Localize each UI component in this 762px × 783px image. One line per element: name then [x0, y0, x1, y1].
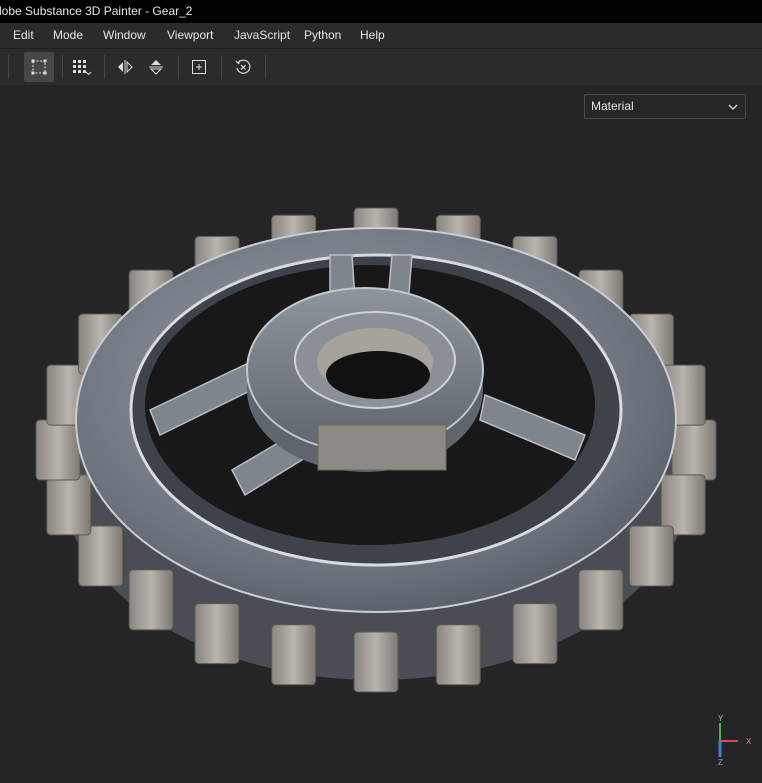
gear-model-render: [35, 207, 717, 693]
chevron-down-icon: [728, 104, 738, 111]
gear-tooth: [512, 603, 558, 665]
gear-tooth: [271, 624, 317, 686]
toolbar: [0, 48, 762, 86]
gear-tooth: [194, 603, 240, 665]
gear-tooth: [671, 419, 717, 481]
gear-tooth: [435, 624, 481, 686]
menu-viewport[interactable]: Viewport: [167, 23, 213, 48]
gear-tooth: [628, 525, 674, 587]
selection-mode-icon: [31, 59, 47, 75]
frame-selection-icon: [192, 60, 206, 74]
toolbar-separator: [265, 55, 266, 79]
grid-options-icon: [73, 60, 92, 76]
gear-tooth: [128, 569, 174, 631]
mirror-y-button[interactable]: [141, 52, 171, 82]
axis-x-label: X: [746, 737, 752, 746]
toolbar-separator: [104, 55, 105, 79]
mirror-x-icon: [118, 60, 133, 74]
toolbar-separator: [221, 55, 222, 79]
menu-mode[interactable]: Mode: [53, 23, 83, 48]
menu-javascript[interactable]: JavaScript: [234, 23, 290, 48]
display-mode-dropdown[interactable]: Material: [584, 94, 746, 119]
selection-mode-button[interactable]: [24, 52, 54, 82]
window-title: dobe Substance 3D Painter - Gear_2: [0, 4, 193, 18]
axis-z-label: Z: [718, 758, 723, 767]
gear-model[interactable]: [0, 85, 762, 778]
menu-bar: Edit Mode Window Viewport JavaScript Pyt…: [0, 23, 762, 48]
reset-camera-icon: [235, 59, 251, 74]
display-mode-value: Material: [591, 99, 634, 113]
toolbar-separator: [62, 55, 63, 79]
frame-selection-button[interactable]: [184, 52, 214, 82]
menu-help[interactable]: Help: [360, 23, 385, 48]
axis-gizmo: Y X Z: [708, 713, 756, 769]
gear-tooth: [353, 631, 399, 693]
title-bar: dobe Substance 3D Painter - Gear_2: [0, 0, 762, 23]
mirror-y-icon: [149, 60, 163, 75]
gear-tooth: [46, 474, 92, 536]
gear-tooth: [35, 419, 81, 481]
toolbar-separator: [8, 55, 9, 79]
mirror-x-button[interactable]: [110, 52, 140, 82]
toolbar-separator: [178, 55, 179, 79]
gear-tooth: [578, 569, 624, 631]
menu-python[interactable]: Python: [304, 23, 341, 48]
axis-y-label: Y: [718, 714, 724, 723]
reset-camera-button[interactable]: [228, 52, 258, 82]
menu-edit[interactable]: Edit: [13, 23, 34, 48]
grid-options-button[interactable]: [67, 52, 97, 82]
menu-window[interactable]: Window: [103, 23, 146, 48]
